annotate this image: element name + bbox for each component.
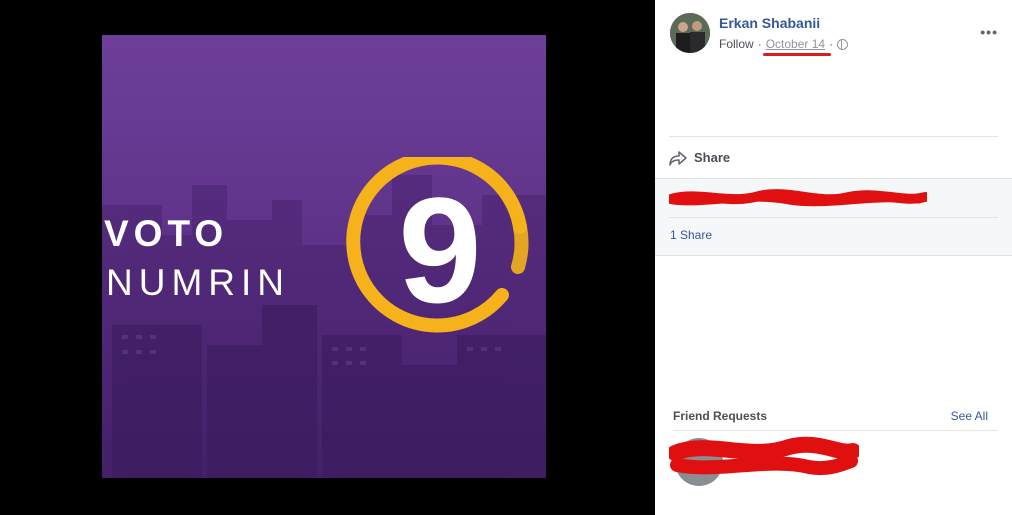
meta-separator: · (757, 37, 762, 51)
author-name-link[interactable]: Erkan Shabanii (719, 15, 820, 31)
photo-viewer[interactable]: VOTO NUMRIN 9 (0, 0, 655, 515)
globe-icon (837, 38, 849, 50)
friend-requests-title: Friend Requests (673, 409, 768, 423)
share-button[interactable]: Share (669, 136, 998, 178)
see-all-link[interactable]: See All (951, 409, 988, 423)
post-engagement-section: 1 Share (655, 178, 1012, 256)
campaign-poster-image: VOTO NUMRIN 9 (102, 35, 546, 478)
date-underline-annotation (763, 53, 831, 56)
poster-title-line1: VOTO (104, 213, 229, 254)
shares-count-link[interactable]: 1 Share (670, 228, 712, 242)
redacted-friend-scribble (669, 436, 859, 476)
friend-requests-header: Friend Requests See All (673, 409, 988, 423)
number-nine-logo: 9 (346, 157, 529, 334)
viewer-root: VOTO NUMRIN 9 Erkan Shabanii Follow · Oc… (0, 0, 1012, 515)
friend-requests-divider (673, 430, 998, 431)
share-label: Share (694, 150, 731, 165)
follow-link[interactable]: Follow (719, 37, 754, 51)
post-date-link[interactable]: October 14 (766, 37, 825, 51)
redacted-comment-scribble (669, 189, 927, 207)
post-side-panel: Erkan Shabanii Follow · October 14 · •••… (655, 0, 1012, 515)
post-header: Erkan Shabanii Follow · October 14 · ••• (655, 0, 1012, 136)
author-avatar[interactable] (670, 13, 710, 53)
more-options-icon[interactable]: ••• (980, 24, 998, 40)
poster-title-line2: NUMRIN (106, 262, 290, 303)
engagement-divider (669, 217, 998, 218)
share-arrow-icon (669, 150, 687, 166)
post-meta: Follow · October 14 · (719, 37, 849, 51)
logo-number: 9 (398, 166, 481, 334)
meta-separator-2: · (829, 37, 834, 51)
